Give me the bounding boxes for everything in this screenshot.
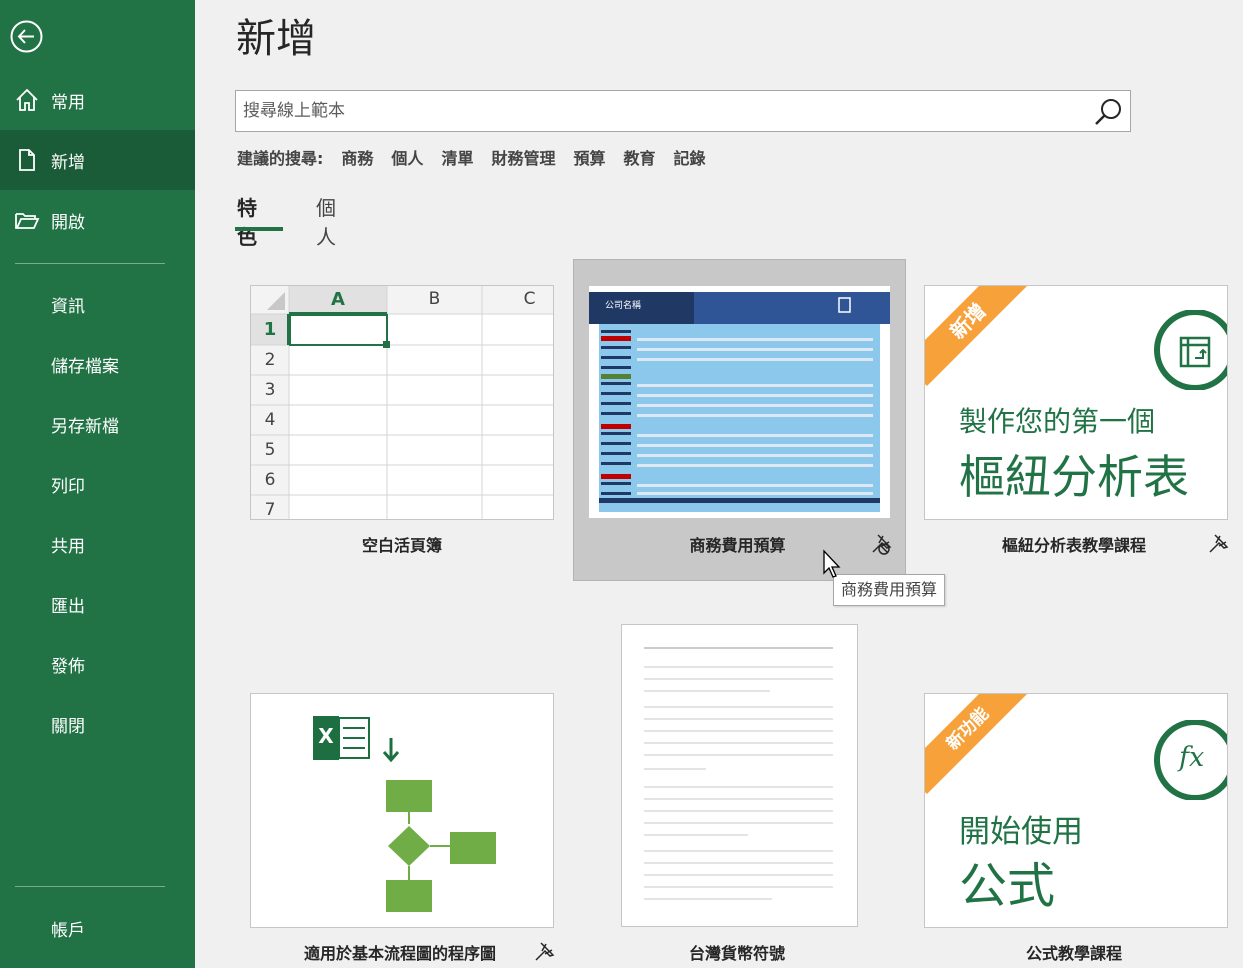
search-input[interactable] (243, 91, 1083, 131)
template-tooltip: 商務費用預算 (833, 574, 946, 606)
tab-featured[interactable]: 特色 (237, 190, 257, 249)
pivot-table-icon (1154, 310, 1227, 390)
row-header: 4 (264, 410, 276, 430)
suggested-link[interactable]: 預算 (573, 145, 605, 169)
nav-item-account[interactable]: 帳戶 (0, 906, 195, 950)
fx-symbol: fx (1179, 742, 1205, 773)
document-thumbnail (621, 624, 858, 927)
nav-divider (15, 886, 165, 887)
active-tab-indicator (235, 227, 283, 231)
template-tile-blank-workbook[interactable]: A B C 1 2 3 4 5 6 7 空白活頁簿 (250, 285, 554, 575)
suggested-label: 建議的搜尋: (237, 149, 324, 168)
backstage-sidebar: 常用 新增 開啟 資訊 儲存檔案 另存新檔 列印 共用 匯出 發佈 關閉 帳戶 (0, 0, 195, 968)
nav-item-save-as[interactable]: 另存新檔 (0, 402, 195, 446)
row-header: 3 (264, 380, 276, 400)
nav-item-home[interactable]: 常用 (0, 70, 195, 130)
suggested-link[interactable]: 個人 (391, 145, 423, 169)
nav-divider (15, 263, 165, 264)
pin-icon[interactable] (869, 532, 893, 556)
nav-item-label: 開啟 (51, 212, 85, 233)
template-tile-formula-tutorial[interactable]: 新功能 fx 開始使用 公式 公式教學課程 (924, 693, 1228, 968)
nav-item-export[interactable]: 匯出 (0, 582, 195, 626)
pin-icon[interactable] (1206, 532, 1230, 556)
back-arrow-icon[interactable] (9, 19, 44, 54)
template-tile-flowchart[interactable]: X 適用於基本流程圖的程序圖 (250, 693, 554, 968)
nav-item-share[interactable]: 共用 (0, 522, 195, 566)
suggested-link[interactable]: 記錄 (674, 145, 706, 169)
column-header-a: A (331, 289, 345, 310)
nav-item-new[interactable]: 新增 (0, 130, 195, 190)
search-icon[interactable] (1092, 96, 1124, 128)
tab-personal[interactable]: 個人 (316, 190, 336, 249)
mouse-cursor-icon (823, 549, 841, 578)
pivot-line1: 製作您的第一個 (959, 405, 1156, 438)
template-label: 適用於基本流程圖的程序圖 (303, 944, 496, 963)
new-document-icon (19, 149, 35, 171)
pivot-thumbnail: 新增 製作您的第一個 樞紐分析表 (924, 285, 1228, 520)
new-ribbon: 新增 (925, 286, 1034, 387)
column-header-b: B (428, 289, 441, 309)
suggested-link[interactable]: 清單 (441, 145, 473, 169)
blank-workbook-thumbnail: A B C 1 2 3 4 5 6 7 (250, 285, 554, 520)
suggested-link[interactable]: 商務 (341, 145, 373, 169)
template-label: 台灣貨幣符號 (688, 944, 785, 963)
page-title: 新增 (236, 16, 316, 62)
pivot-line2: 樞紐分析表 (959, 450, 1189, 504)
home-icon (16, 88, 38, 111)
formula-line1: 開始使用 (959, 814, 1083, 850)
search-box (235, 90, 1131, 132)
template-label: 空白活頁簿 (361, 536, 442, 555)
folder-open-icon (15, 213, 40, 229)
row-header: 7 (264, 500, 276, 520)
flowchart-image (313, 716, 496, 912)
nav-item-info[interactable]: 資訊 (0, 282, 195, 326)
row-header: 5 (264, 440, 276, 460)
suggested-searches: 建議的搜尋: 商務 個人 清單 財務管理 預算 教育 記錄 (237, 145, 724, 169)
suggested-link[interactable]: 教育 (623, 145, 655, 169)
budget-company-name: 公司名稱 (605, 301, 642, 311)
nav-item-label: 常用 (51, 92, 85, 113)
template-tile-pivot-tutorial[interactable]: 新增 製作您的第一個 樞紐分析表 樞紐分析表教學課程 (924, 285, 1228, 575)
formula-line2: 公式 (959, 858, 1056, 914)
budget-thumbnail: 公司名稱 (589, 286, 890, 518)
excel-logo-letter: X (318, 724, 334, 748)
template-tile-currency-symbol[interactable]: 台灣貨幣符號 (621, 624, 858, 968)
spreadsheet-grid-image (251, 286, 553, 519)
nav-item-save[interactable]: 儲存檔案 (0, 342, 195, 386)
suggested-link[interactable]: 財務管理 (491, 145, 555, 169)
budget-spreadsheet-image (589, 286, 890, 518)
pin-icon[interactable] (532, 940, 556, 964)
row-header: 6 (264, 470, 276, 490)
column-header-c: C (523, 289, 536, 309)
template-label: 樞紐分析表教學課程 (1001, 536, 1146, 555)
nav-item-print[interactable]: 列印 (0, 462, 195, 506)
document-lines-image (644, 647, 833, 900)
row-header: 2 (264, 350, 276, 370)
template-label: 公式教學課程 (1025, 944, 1122, 963)
formula-thumbnail: 新功能 fx 開始使用 公式 (924, 693, 1228, 928)
nav-item-label: 新增 (51, 152, 85, 173)
flowchart-thumbnail: X (250, 693, 554, 928)
row-header: 1 (263, 319, 277, 340)
template-tile-business-budget[interactable]: 公司名稱 商務費用預算 (589, 286, 890, 576)
nav-item-close[interactable]: 關閉 (0, 702, 195, 746)
nav-item-publish[interactable]: 發佈 (0, 642, 195, 686)
new-feature-ribbon: 新功能 (925, 694, 1034, 795)
nav-item-open[interactable]: 開啟 (0, 190, 195, 250)
